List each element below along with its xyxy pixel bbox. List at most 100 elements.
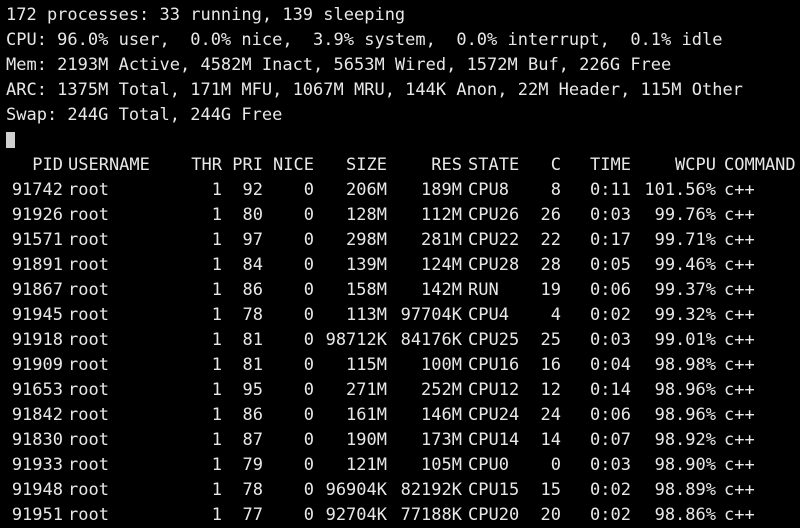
process-time: 0:06	[590, 280, 631, 300]
process-state: CPU15	[468, 480, 520, 500]
process-summary-line: 172 processes: 33 running, 139 sleeping	[6, 5, 406, 25]
process-size: 98712K	[325, 330, 387, 350]
process-time: 0:02	[590, 305, 631, 325]
process-cpu-index: 8	[550, 180, 561, 200]
process-command: c++	[724, 355, 755, 375]
process-username: root	[68, 455, 109, 475]
process-nice: 0	[303, 205, 314, 225]
process-size: 161M	[346, 405, 387, 425]
process-state: CPU24	[468, 405, 520, 425]
process-username: root	[68, 480, 109, 500]
process-wcpu: 98.89%	[654, 480, 716, 500]
table-row: 91918 root 1 81 0 98712K 84176K CPU25 25 0:03 99.0…	[6, 328, 800, 353]
process-pri: 97	[242, 230, 263, 250]
process-command: c++	[724, 505, 755, 525]
process-thr: 1	[211, 330, 222, 350]
process-pid: 91948	[11, 480, 63, 500]
process-wcpu: 99.32%	[654, 305, 716, 325]
process-pid: 91653	[11, 380, 63, 400]
process-nice: 0	[303, 480, 314, 500]
process-cpu-index: 20	[540, 505, 561, 525]
process-thr: 1	[211, 405, 222, 425]
cursor	[6, 132, 15, 148]
process-pri: 92	[242, 180, 263, 200]
process-username: root	[68, 505, 109, 525]
process-command: c++	[724, 230, 755, 250]
process-wcpu: 98.98%	[654, 355, 716, 375]
process-cpu-index: 28	[540, 255, 561, 275]
process-pri: 81	[242, 330, 263, 350]
process-pri: 86	[242, 405, 263, 425]
process-cpu-index: 12	[540, 380, 561, 400]
process-time: 0:14	[590, 380, 631, 400]
process-nice: 0	[303, 355, 314, 375]
process-pri: 84	[242, 255, 263, 275]
header-time: TIME	[590, 155, 631, 175]
process-username: root	[68, 205, 109, 225]
process-nice: 0	[303, 405, 314, 425]
process-res: 252M	[421, 380, 462, 400]
process-thr: 1	[211, 255, 222, 275]
process-cpu-index: 19	[540, 280, 561, 300]
process-command: c++	[724, 205, 755, 225]
process-state: CPU8	[468, 180, 509, 200]
table-row: 91909 root 1 81 0 115M 100M CPU16 16 0:04 98.98% c+…	[6, 353, 800, 378]
header-c: C	[550, 155, 561, 175]
cpu-summary-line: CPU: 96.0% user, 0.0% nice, 3.9% system,…	[6, 30, 723, 50]
process-username: root	[68, 430, 109, 450]
process-state: CPU25	[468, 330, 520, 350]
process-pid: 91867	[11, 280, 63, 300]
process-thr: 1	[211, 230, 222, 250]
process-state: CPU22	[468, 230, 520, 250]
arc-summary-line: ARC: 1375M Total, 171M MFU, 1067M MRU, 1…	[6, 80, 743, 100]
process-pid: 91830	[11, 430, 63, 450]
header-pid: PID	[32, 155, 63, 175]
process-res: 97704K	[400, 305, 462, 325]
process-state: CPU28	[468, 255, 520, 275]
process-time: 0:04	[590, 355, 631, 375]
process-username: root	[68, 355, 109, 375]
process-pid: 91891	[11, 255, 63, 275]
process-size: 158M	[346, 280, 387, 300]
process-size: 92704K	[325, 505, 387, 525]
process-pri: 79	[242, 455, 263, 475]
header-state: STATE	[468, 155, 520, 175]
process-time: 0:11	[590, 180, 631, 200]
process-command: c++	[724, 330, 755, 350]
header-thr: THR	[191, 155, 222, 175]
process-size: 298M	[346, 230, 387, 250]
process-cpu-index: 22	[540, 230, 561, 250]
process-state: CPU26	[468, 205, 520, 225]
process-res: 105M	[421, 455, 462, 475]
process-time: 0:03	[590, 455, 631, 475]
process-size: 96904K	[325, 480, 387, 500]
process-wcpu: 99.37%	[654, 280, 716, 300]
process-res: 173M	[421, 430, 462, 450]
terminal-window[interactable]: 172 processes: 33 running, 139 sleeping …	[6, 3, 800, 528]
process-cpu-index: 25	[540, 330, 561, 350]
process-pri: 80	[242, 205, 263, 225]
command-prompt-line[interactable]	[6, 128, 800, 153]
header-res: RES	[431, 155, 462, 175]
process-wcpu: 101.56%	[644, 180, 716, 200]
process-pri: 78	[242, 480, 263, 500]
process-nice: 0	[303, 280, 314, 300]
process-pri: 78	[242, 305, 263, 325]
header-pri: PRI	[232, 155, 263, 175]
process-thr: 1	[211, 505, 222, 525]
process-time: 0:05	[590, 255, 631, 275]
process-size: 113M	[346, 305, 387, 325]
process-nice: 0	[303, 505, 314, 525]
process-nice: 0	[303, 430, 314, 450]
process-username: root	[68, 255, 109, 275]
table-row: 91933 root 1 79 0 121M 105M CPU0 0 0:03 98.90% c++	[6, 453, 800, 478]
process-username: root	[68, 230, 109, 250]
process-cpu-index: 4	[550, 305, 561, 325]
header-wcpu: WCPU	[675, 155, 716, 175]
process-command: c++	[724, 280, 755, 300]
process-pri: 81	[242, 355, 263, 375]
process-command: c++	[724, 380, 755, 400]
process-command: c++	[724, 480, 755, 500]
process-state: CPU4	[468, 305, 509, 325]
process-res: 77188K	[400, 505, 462, 525]
